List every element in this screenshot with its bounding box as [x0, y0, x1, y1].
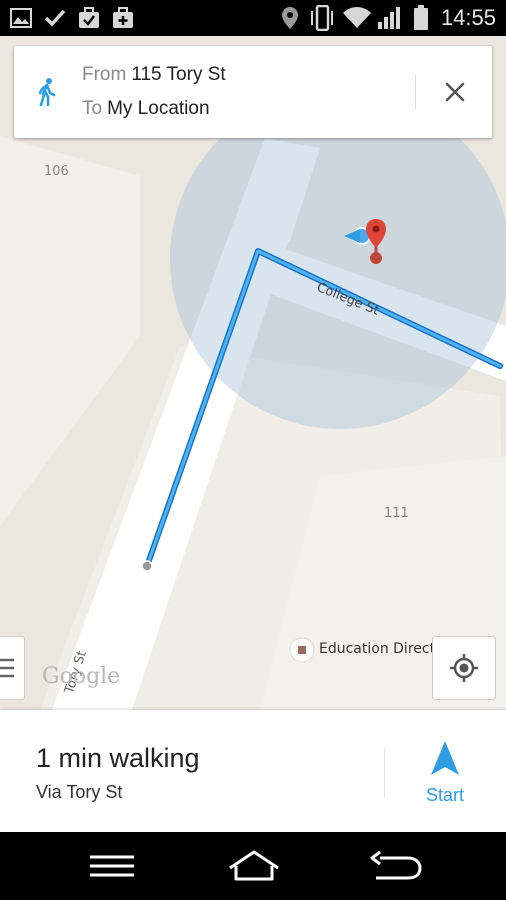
signal-icon: [376, 6, 404, 30]
check-icon: [42, 6, 68, 30]
to-value: My Location: [107, 98, 210, 119]
building-number-106: 106: [44, 164, 69, 179]
my-location-button[interactable]: [432, 636, 496, 700]
home-icon[interactable]: [224, 846, 284, 886]
to-row[interactable]: To My Location: [82, 98, 210, 120]
menu-key-icon[interactable]: [82, 846, 142, 886]
building-number-111: 111: [384, 506, 409, 521]
from-value: 115 Tory St: [131, 64, 226, 85]
route-via: Via Tory St: [36, 782, 123, 802]
walking-icon[interactable]: [36, 78, 58, 111]
crosshair-icon: [449, 653, 479, 688]
google-watermark: Google: [42, 664, 121, 689]
location-pin-icon: [278, 6, 302, 30]
summary-divider: [384, 748, 385, 798]
wifi-icon: [342, 6, 372, 30]
menu-icon: [0, 657, 16, 684]
briefcase-check-icon: [76, 6, 102, 30]
start-navigation-button[interactable]: Start: [400, 738, 490, 810]
directions-card: From 115 Tory St To My Location: [14, 46, 492, 138]
side-menu-button[interactable]: [0, 636, 25, 700]
from-label: From: [82, 64, 127, 85]
navigation-arrow-icon: [430, 740, 460, 781]
vibrate-icon: [308, 5, 336, 31]
image-icon: [8, 6, 34, 30]
close-icon[interactable]: [439, 76, 471, 108]
battery-icon: [410, 5, 432, 30]
briefcase-plus-icon: [110, 6, 136, 30]
card-divider: [415, 74, 416, 110]
back-icon[interactable]: [366, 846, 426, 886]
to-label: To: [82, 98, 103, 119]
location-accuracy-circle: [170, 89, 506, 429]
route-summary-panel[interactable]: 1 min walking Via Tory St Start: [0, 710, 506, 832]
from-row[interactable]: From 115 Tory St: [82, 64, 226, 86]
clock: 14:55: [440, 5, 496, 30]
route-duration: 1 min walking: [36, 743, 200, 773]
system-navigation-bar: [0, 832, 506, 900]
poi-marker-icon[interactable]: [289, 637, 315, 663]
route-start-dot: [141, 560, 153, 572]
status-bar: 14:55: [0, 0, 506, 36]
start-label: Start: [425, 785, 464, 805]
